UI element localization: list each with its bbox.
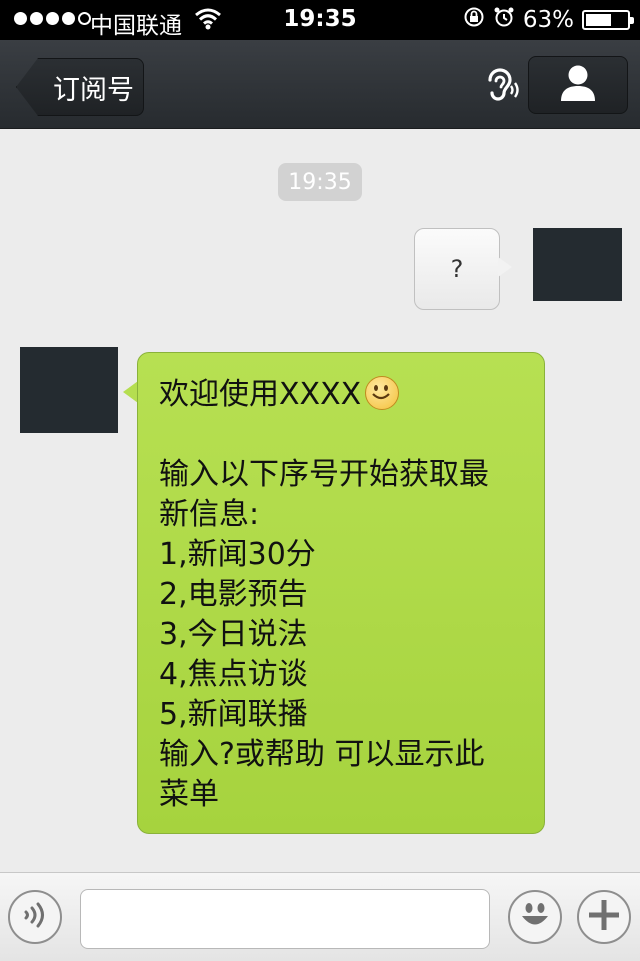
- message-line: 输入?或帮助 可以显示此: [159, 737, 485, 772]
- battery-percentage: 63%: [522, 7, 574, 33]
- message-timestamp: 19:35: [278, 163, 362, 201]
- sender-avatar[interactable]: [20, 347, 118, 433]
- more-options-button[interactable]: [577, 890, 631, 944]
- message-line: 输入以下序号开始获取最: [159, 457, 489, 492]
- smiley-face-icon: [515, 895, 555, 939]
- back-button-label: 订阅号: [53, 74, 134, 106]
- outgoing-bubble-tail: [498, 257, 512, 277]
- earpiece-mode-icon[interactable]: [484, 66, 522, 110]
- message-line: 2,电影预告: [159, 577, 308, 612]
- alarm-clock-icon: [493, 6, 515, 34]
- message-line: 3,今日说法: [159, 617, 308, 652]
- incoming-message-bubble[interactable]: 欢迎使用XXXX 输入以下序号开始获取最 新信息: 1,新闻30分 2,电影预告…: [137, 352, 545, 834]
- my-avatar[interactable]: [533, 228, 622, 301]
- message-line: 4,焦点访谈: [159, 657, 308, 692]
- message-line: 菜单: [159, 777, 219, 812]
- incoming-bubble-tail: [123, 381, 138, 403]
- outgoing-message-text: ?: [450, 255, 464, 283]
- status-bar: 中国联通 19:35 63%: [0, 0, 640, 40]
- message-line: 新信息:: [159, 497, 260, 532]
- plus-icon: [587, 898, 621, 936]
- profile-button[interactable]: [528, 56, 628, 114]
- message-line: 1,新闻30分: [159, 537, 316, 572]
- person-icon: [560, 64, 596, 106]
- emoji-button[interactable]: [508, 890, 562, 944]
- voice-input-button[interactable]: [8, 890, 62, 944]
- message-line: 5,新闻联播: [159, 697, 308, 732]
- battery-icon: [582, 10, 634, 30]
- smiley-emoji-icon: [365, 376, 400, 410]
- message-input[interactable]: [80, 889, 490, 949]
- voice-wave-icon: [20, 900, 50, 934]
- outgoing-message-bubble[interactable]: ?: [414, 228, 500, 310]
- message-line: [159, 415, 524, 455]
- back-button[interactable]: 订阅号: [16, 58, 144, 116]
- input-bar: [0, 872, 640, 961]
- message-line: 欢迎使用XXXX: [159, 375, 524, 415]
- rotation-lock-icon: [463, 6, 485, 34]
